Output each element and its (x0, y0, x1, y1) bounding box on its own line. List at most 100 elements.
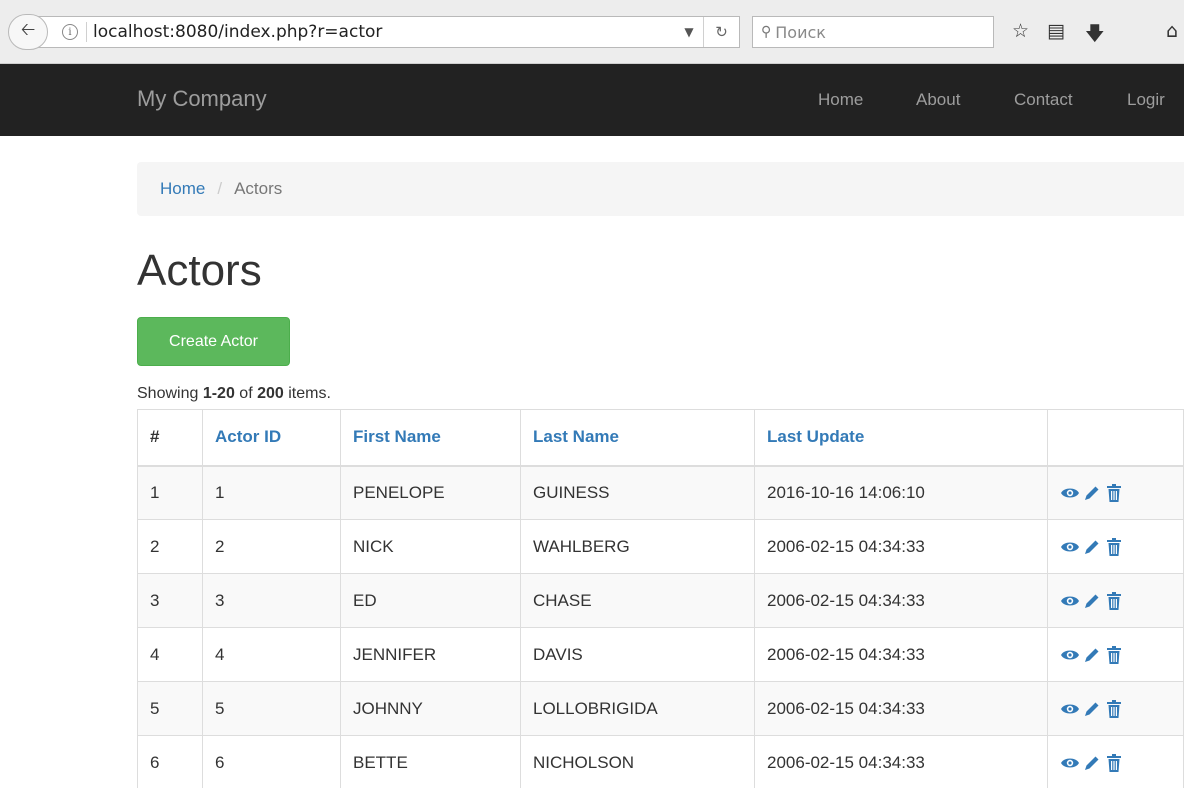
cell-actor-id: 3 (202, 573, 341, 628)
trash-icon[interactable] (1104, 483, 1126, 503)
back-arrow-icon[interactable]: 🡠 (8, 14, 48, 50)
trash-icon[interactable] (1104, 537, 1126, 557)
cell-number: 6 (137, 735, 203, 788)
eye-icon[interactable] (1060, 537, 1082, 557)
header-number: # (137, 409, 203, 467)
nav-link-about[interactable]: About (916, 90, 960, 110)
row-actions (1047, 573, 1184, 628)
header-first-name: First Name (340, 409, 521, 467)
row-actions (1047, 735, 1184, 788)
cell-last-update: 2006-02-15 04:34:33 (754, 681, 1048, 736)
search-icon: ⚲ (761, 24, 772, 40)
table-row: 3 3 ED CHASE 2006-02-15 04:34:33 (137, 573, 1184, 628)
cell-last-update: 2006-02-15 04:34:33 (754, 519, 1048, 574)
table-row: 5 5 JOHNNY LOLLOBRIGIDA 2006-02-15 04:34:33 (137, 681, 1184, 736)
pencil-icon[interactable] (1082, 591, 1104, 611)
pencil-icon[interactable] (1082, 699, 1104, 719)
summary-total: 200 (257, 385, 284, 402)
browser-toolbar: i localhost:8080/index.php?r=actor ▼ ↻ 🡠… (0, 0, 1184, 64)
cell-last-update: 2016-10-16 14:06:10 (754, 465, 1048, 520)
breadcrumb-current: Actors (234, 179, 283, 198)
table-row: 4 4 JENNIFER DAVIS 2006-02-15 04:34:33 (137, 627, 1184, 682)
eye-icon[interactable] (1060, 699, 1082, 719)
cell-actor-id: 1 (202, 465, 341, 520)
cell-first-name: JOHNNY (340, 681, 521, 736)
cell-last-name: CHASE (520, 573, 755, 628)
header-actor-id: Actor ID (202, 409, 341, 467)
sort-actor-id-link[interactable]: Actor ID (215, 427, 281, 446)
breadcrumb-home[interactable]: Home (160, 179, 205, 199)
sort-last-name-link[interactable]: Last Name (533, 427, 619, 446)
cell-actor-id: 5 (202, 681, 341, 736)
breadcrumb: Home / Actors (137, 162, 1184, 216)
table-body: 1 1 PENELOPE GUINESS 2016-10-16 14:06:10 2 2 NI… (137, 465, 1184, 788)
cell-number: 3 (137, 573, 203, 628)
eye-icon[interactable] (1060, 753, 1082, 773)
home-icon[interactable]: ⌂ (1166, 20, 1178, 42)
cell-last-update: 2006-02-15 04:34:33 (754, 735, 1048, 788)
reload-icon[interactable]: ↻ (703, 17, 739, 47)
row-actions (1047, 519, 1184, 574)
cell-first-name: NICK (340, 519, 521, 574)
nav-link-home[interactable]: Home (818, 90, 863, 110)
header-last-name: Last Name (520, 409, 755, 467)
row-actions (1047, 465, 1184, 520)
pencil-icon[interactable] (1082, 537, 1104, 557)
cell-last-name: NICHOLSON (520, 735, 755, 788)
cell-number: 5 (137, 681, 203, 736)
sort-first-name-link[interactable]: First Name (353, 427, 441, 446)
cell-number: 1 (137, 465, 203, 520)
download-arrow-icon[interactable]: 🡇 (1085, 20, 1105, 52)
page-title: Actors (137, 246, 262, 295)
breadcrumb-separator: / (217, 179, 223, 198)
url-text[interactable]: localhost:8080/index.php?r=actor (93, 22, 675, 42)
header-last-update: Last Update (754, 409, 1048, 467)
trash-icon[interactable] (1104, 591, 1126, 611)
info-icon[interactable]: i (62, 24, 78, 40)
cell-first-name: ED (340, 573, 521, 628)
cell-last-name: WAHLBERG (520, 519, 755, 574)
site-navbar: My Company Home About Contact Logir (0, 64, 1184, 136)
nav-link-login[interactable]: Logir (1127, 90, 1165, 110)
header-actions (1047, 409, 1184, 467)
search-input[interactable]: ⚲ Поиск (752, 16, 994, 48)
actors-table: # Actor ID First Name Last Name Last Upd… (137, 409, 1184, 788)
pencil-icon[interactable] (1082, 483, 1104, 503)
summary-prefix: Showing (137, 385, 203, 402)
row-actions (1047, 627, 1184, 682)
cell-first-name: BETTE (340, 735, 521, 788)
cell-number: 4 (137, 627, 203, 682)
cell-first-name: JENNIFER (340, 627, 521, 682)
search-placeholder: Поиск (775, 22, 826, 42)
cell-last-name: LOLLOBRIGIDA (520, 681, 755, 736)
trash-icon[interactable] (1104, 699, 1126, 719)
grid-summary: Showing 1-20 of 200 items. (137, 385, 331, 403)
cell-actor-id: 6 (202, 735, 341, 788)
pencil-icon[interactable] (1082, 753, 1104, 773)
cell-last-update: 2006-02-15 04:34:33 (754, 573, 1048, 628)
eye-icon[interactable] (1060, 645, 1082, 665)
cell-actor-id: 2 (202, 519, 341, 574)
table-row: 2 2 NICK WAHLBERG 2006-02-15 04:34:33 (137, 519, 1184, 574)
summary-range: 1-20 (202, 385, 235, 402)
chevron-down-icon[interactable]: ▼ (675, 25, 703, 39)
table-header-row: # Actor ID First Name Last Name Last Upd… (137, 409, 1184, 467)
summary-middle: of (234, 385, 258, 402)
summary-suffix: items. (283, 385, 331, 402)
cell-actor-id: 4 (202, 627, 341, 682)
cell-last-update: 2006-02-15 04:34:33 (754, 627, 1048, 682)
nav-link-contact[interactable]: Contact (1014, 90, 1073, 110)
eye-icon[interactable] (1060, 483, 1082, 503)
brand-link[interactable]: My Company (137, 86, 267, 112)
trash-icon[interactable] (1104, 753, 1126, 773)
eye-icon[interactable] (1060, 591, 1082, 611)
cell-first-name: PENELOPE (340, 465, 521, 520)
pencil-icon[interactable] (1082, 645, 1104, 665)
address-bar[interactable]: i localhost:8080/index.php?r=actor ▼ ↻ (36, 16, 740, 48)
create-actor-button[interactable]: Create Actor (137, 317, 290, 366)
reading-list-icon[interactable]: ▤ (1047, 20, 1065, 42)
sort-last-update-link[interactable]: Last Update (767, 427, 864, 446)
bookmark-star-icon[interactable]: ☆ (1012, 20, 1029, 42)
trash-icon[interactable] (1104, 645, 1126, 665)
address-separator (86, 22, 87, 42)
